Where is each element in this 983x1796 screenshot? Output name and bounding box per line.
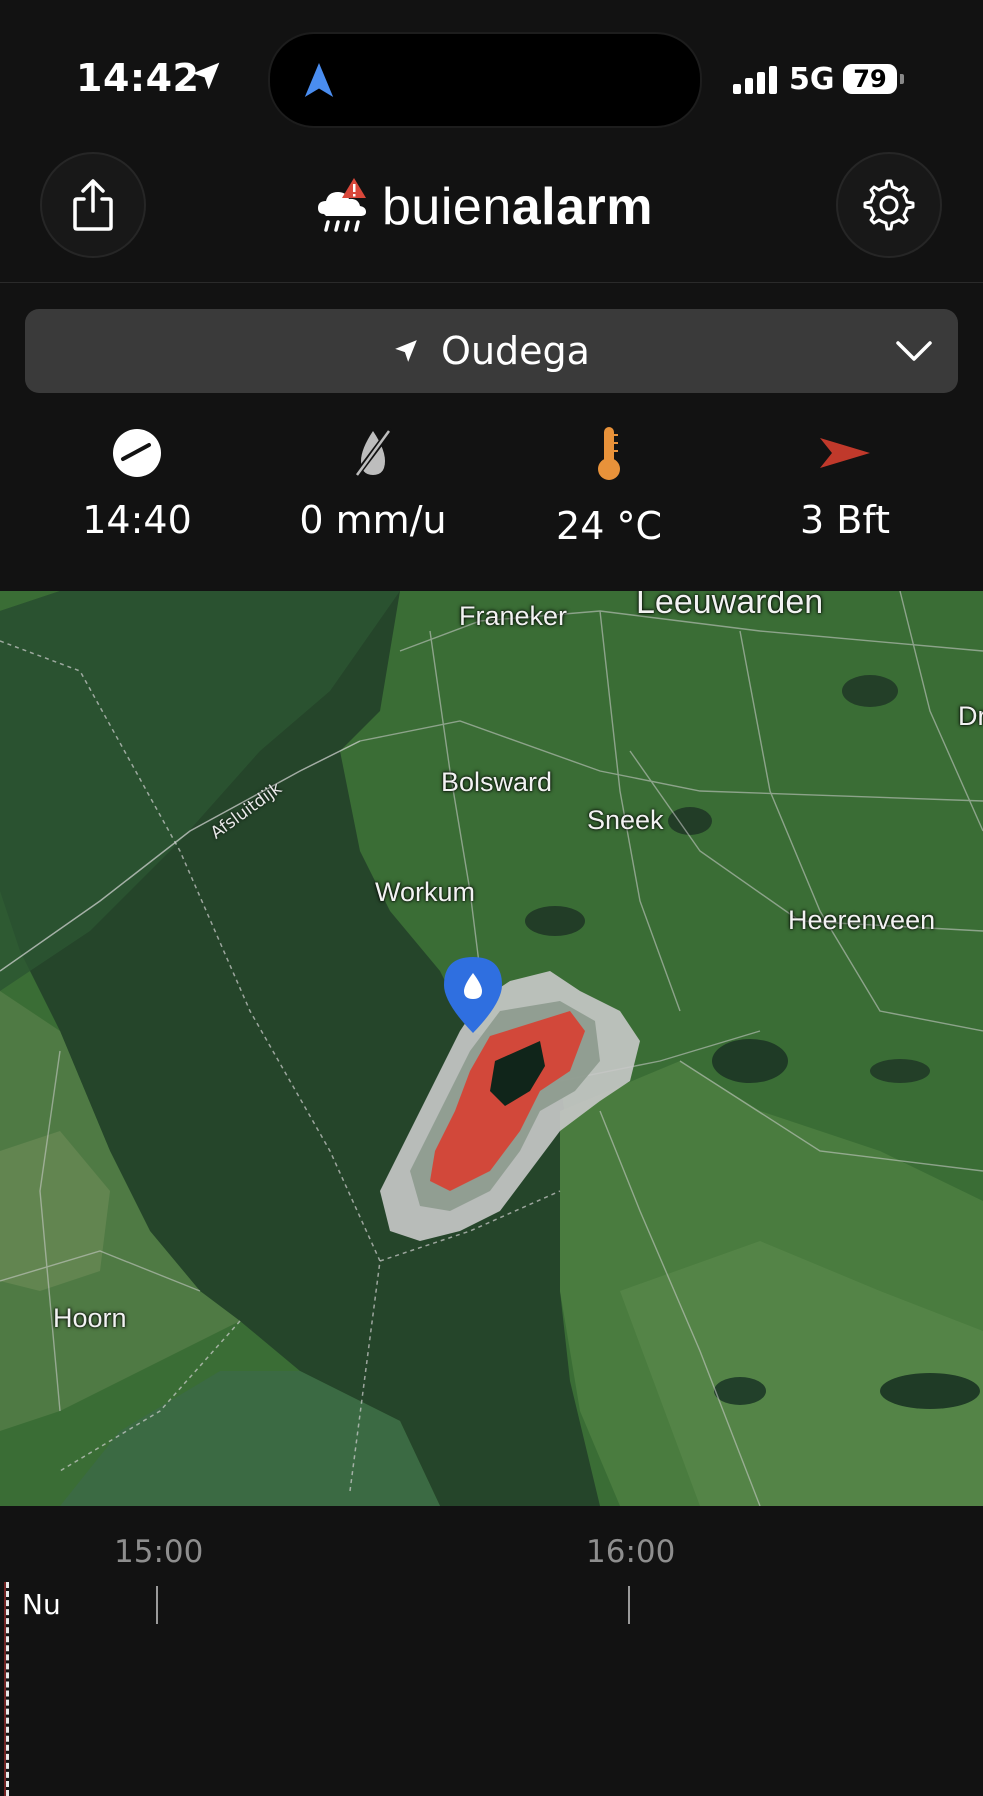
thermometer-icon xyxy=(598,427,620,480)
dynamic-island xyxy=(268,32,702,128)
timeline-tick-label: 15:00 xyxy=(114,1534,204,1570)
clock-icon xyxy=(113,429,161,477)
map-label-sneek: Sneek xyxy=(587,805,664,835)
cellular-signal-icon xyxy=(733,64,781,94)
stat-wind: 3 Bft xyxy=(730,420,960,542)
weather-stats: 14:40 0 mm/u 24 °C 3 Bft xyxy=(0,420,983,590)
network-type: 5G xyxy=(789,62,835,97)
navigation-arrow-icon xyxy=(304,63,334,97)
app-logo: buienalarm xyxy=(316,172,653,242)
share-icon xyxy=(73,179,113,231)
timeline-tick xyxy=(156,1586,158,1624)
chevron-down-icon xyxy=(896,341,932,361)
battery-tip xyxy=(900,74,904,84)
map-label-leeuwarden: Leeuwarden xyxy=(636,591,824,621)
rain-timeline[interactable]: 15:00 16:00 Nu xyxy=(0,1506,983,1796)
map-label-hoorn: Hoorn xyxy=(53,1303,127,1333)
location-arrow-icon xyxy=(395,340,417,362)
map-label-dr: Dr xyxy=(958,701,983,731)
map-label-franeker: Franeker xyxy=(459,601,568,631)
battery-level: 79 xyxy=(843,64,897,94)
now-marker-dash xyxy=(6,1582,9,1796)
status-time: 14:42 xyxy=(76,56,200,100)
stat-temperature: 24 °C xyxy=(494,420,724,548)
wind-direction-icon xyxy=(820,438,870,468)
map-label-workum: Workum xyxy=(375,877,476,907)
stat-precipitation: 0 mm/u xyxy=(258,420,488,542)
gear-icon xyxy=(863,179,915,231)
satellite-map-background xyxy=(0,591,983,1506)
rain-drop-location-pin-icon[interactable] xyxy=(440,955,506,1035)
rain-cloud-alert-icon xyxy=(318,178,366,232)
location-selector[interactable]: Oudega xyxy=(25,309,958,393)
rain-drop-off-icon xyxy=(352,427,394,479)
app-name: buienalarm xyxy=(382,178,653,236)
map-label-heerenveen: Heerenveen xyxy=(788,905,936,935)
location-name: Oudega xyxy=(441,329,590,373)
app-header: buienalarm xyxy=(0,150,983,283)
map-label-bolsward: Bolsward xyxy=(441,767,553,797)
stat-time: 14:40 xyxy=(22,420,252,542)
share-button[interactable] xyxy=(40,152,146,258)
stat-temperature-value: 24 °C xyxy=(556,504,662,548)
stat-time-value: 14:40 xyxy=(82,498,192,542)
timeline-tick xyxy=(628,1586,630,1624)
radar-map[interactable]: Franeker Leeuwarden Bolsward Sneek Worku… xyxy=(0,591,983,1506)
stat-wind-value: 3 Bft xyxy=(800,498,890,542)
status-bar: 14:42 5G 79 xyxy=(0,0,983,150)
timeline-tick-label: 16:00 xyxy=(586,1534,676,1570)
now-label: Nu xyxy=(22,1588,61,1621)
stat-precipitation-value: 0 mm/u xyxy=(299,498,447,542)
location-services-icon xyxy=(192,62,220,90)
settings-button[interactable] xyxy=(836,152,942,258)
